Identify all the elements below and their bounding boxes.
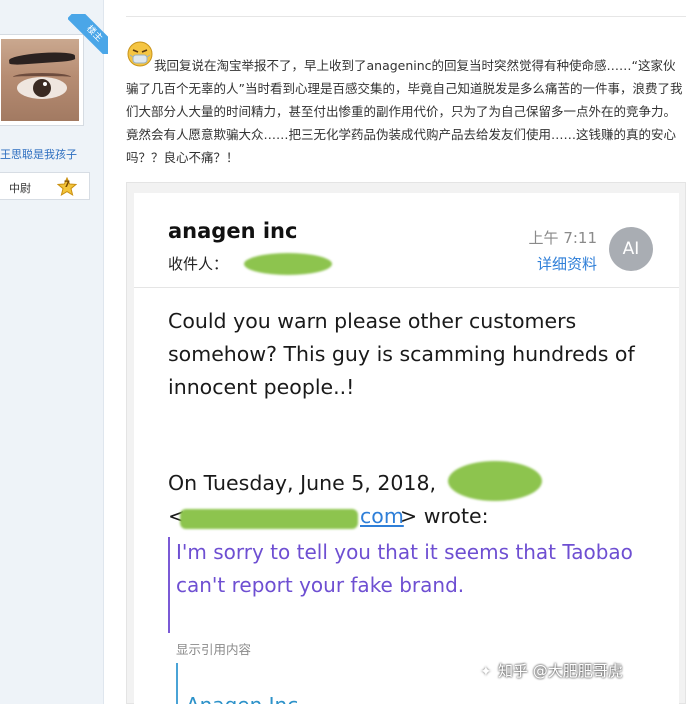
quoted-message: I'm sorry to tell you that it seems that… [176,540,633,597]
avatar-brow [8,50,76,66]
reply-date-line: On Tuesday, June 5, 2018, [168,471,437,495]
rank-box: 中尉 7 [0,172,90,200]
redaction-email [180,509,358,529]
op-corner-tag: 楼主 [68,14,108,54]
email-to-label: 收件人： [168,255,229,273]
quote-bar [168,537,170,633]
op-tag-label: 楼主 [68,14,108,54]
email-header-divider [134,287,679,288]
username-link[interactable]: 王思聪是我孩子 [0,146,77,162]
reply-email-link[interactable]: com [360,504,404,528]
redaction-name [448,461,542,501]
reply-wrote: > wrote: [400,504,489,528]
quoted-sender: Anagen Inc [186,693,298,704]
post-text: 我回复说在淘宝举报不了，早上收到了anageninc的回复当时突然觉得有种使命感… [126,58,683,165]
redaction-recipient [244,253,332,275]
post-divider [126,16,686,17]
user-sidebar: 楼主 王思聪是我孩子 中尉 7 [0,0,108,704]
email-card: anagen inc 收件人： 上午 7:11 详细资料 AI Could yo… [134,193,679,704]
show-quoted-content[interactable]: 显示引用内容 [176,639,251,658]
email-details-link[interactable]: 详细资料 [537,253,597,274]
quote-bar-nested [176,663,178,704]
email-sender: anagen inc [168,219,298,243]
rank-star-icon: 7 [56,176,78,197]
email-screenshot: anagen inc 收件人： 上午 7:11 详细资料 AI Could yo… [126,182,686,704]
email-body: Could you warn please other customers so… [168,309,635,399]
rank-level: 7 [63,180,71,190]
zhihu-watermark-icon: ✦ [480,664,492,680]
sender-avatar: AI [609,227,653,271]
rank-label: 中尉 [9,182,31,195]
email-time: 上午 7:11 [528,229,597,247]
watermark: 知乎 @大肥肥哥虎 [498,662,623,680]
avatar-eye [17,77,67,99]
